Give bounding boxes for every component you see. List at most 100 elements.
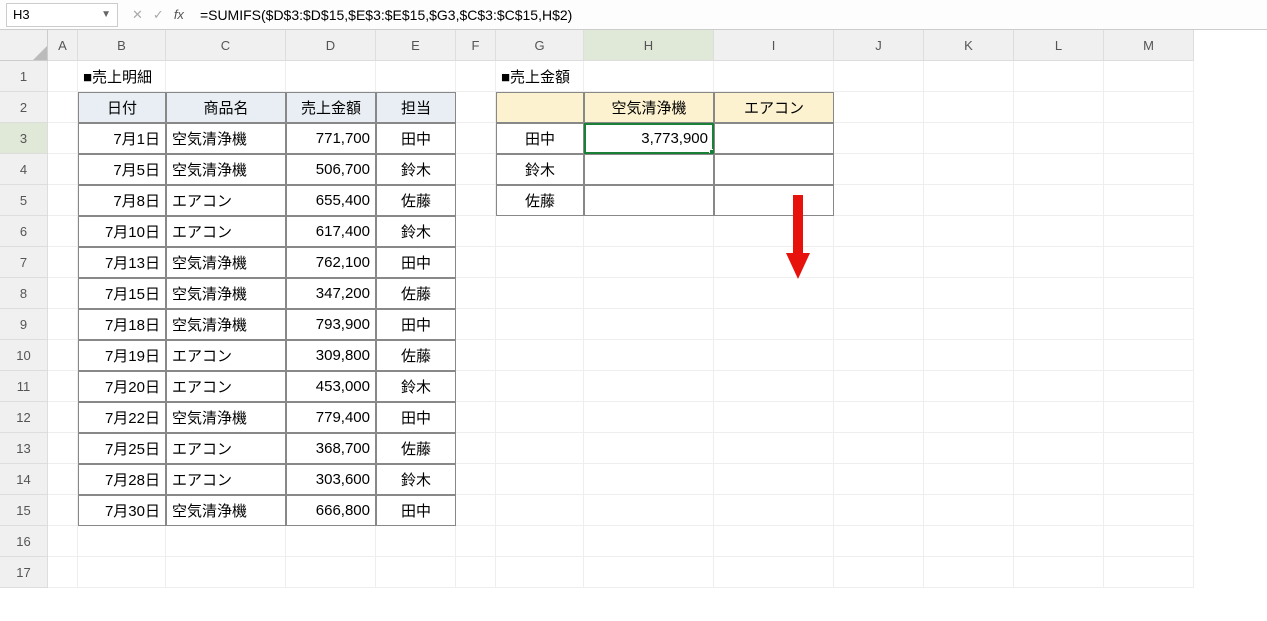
cell-C8[interactable]: 空気清浄機 [166,278,286,309]
cell-H9[interactable] [584,309,714,340]
cell-A3[interactable] [48,123,78,154]
cell-K15[interactable] [924,495,1014,526]
cell-H1[interactable] [584,61,714,92]
col-header-A[interactable]: A [48,30,78,61]
cell-G5[interactable]: 佐藤 [496,185,584,216]
cell-M6[interactable] [1104,216,1194,247]
cell-F13[interactable] [456,433,496,464]
cell-G3[interactable]: 田中 [496,123,584,154]
cell-J1[interactable] [834,61,924,92]
cell-K14[interactable] [924,464,1014,495]
col-header-H[interactable]: H [584,30,714,61]
col-header-M[interactable]: M [1104,30,1194,61]
cell-K5[interactable] [924,185,1014,216]
cell-C5[interactable]: エアコン [166,185,286,216]
cell-G13[interactable] [496,433,584,464]
cell-D17[interactable] [286,557,376,588]
cell-M1[interactable] [1104,61,1194,92]
cell-C3[interactable]: 空気清浄機 [166,123,286,154]
cell-M14[interactable] [1104,464,1194,495]
cell-L9[interactable] [1014,309,1104,340]
cell-H3[interactable]: 3,773,900 [584,123,714,154]
cell-K9[interactable] [924,309,1014,340]
row-header-9[interactable]: 9 [0,309,48,340]
cell-I13[interactable] [714,433,834,464]
cell-A10[interactable] [48,340,78,371]
cell-K12[interactable] [924,402,1014,433]
col-header-B[interactable]: B [78,30,166,61]
row-header-17[interactable]: 17 [0,557,48,588]
cell-B17[interactable] [78,557,166,588]
cell-E16[interactable] [376,526,456,557]
cell-C7[interactable]: 空気清浄機 [166,247,286,278]
cell-M15[interactable] [1104,495,1194,526]
cell-F5[interactable] [456,185,496,216]
cell-F15[interactable] [456,495,496,526]
cell-I11[interactable] [714,371,834,402]
row-header-5[interactable]: 5 [0,185,48,216]
cell-G10[interactable] [496,340,584,371]
cell-G12[interactable] [496,402,584,433]
row-header-7[interactable]: 7 [0,247,48,278]
cell-L17[interactable] [1014,557,1104,588]
cell-A11[interactable] [48,371,78,402]
cell-J6[interactable] [834,216,924,247]
cell-E9[interactable]: 田中 [376,309,456,340]
cell-L4[interactable] [1014,154,1104,185]
cell-G1[interactable]: ■売上金額 [496,61,584,92]
col-header-F[interactable]: F [456,30,496,61]
cell-B1[interactable]: ■売上明細 [78,61,166,92]
cell-C2[interactable]: 商品名 [166,92,286,123]
cell-L1[interactable] [1014,61,1104,92]
cell-I10[interactable] [714,340,834,371]
cell-L10[interactable] [1014,340,1104,371]
cell-A14[interactable] [48,464,78,495]
row-header-12[interactable]: 12 [0,402,48,433]
cell-M4[interactable] [1104,154,1194,185]
cell-E12[interactable]: 田中 [376,402,456,433]
cell-C6[interactable]: エアコン [166,216,286,247]
cell-K7[interactable] [924,247,1014,278]
cell-J2[interactable] [834,92,924,123]
cell-I14[interactable] [714,464,834,495]
col-header-J[interactable]: J [834,30,924,61]
cell-A8[interactable] [48,278,78,309]
cell-B13[interactable]: 7月25日 [78,433,166,464]
cell-F14[interactable] [456,464,496,495]
cell-D4[interactable]: 506,700 [286,154,376,185]
cell-A13[interactable] [48,433,78,464]
cell-B14[interactable]: 7月28日 [78,464,166,495]
cell-G15[interactable] [496,495,584,526]
cell-E11[interactable]: 鈴木 [376,371,456,402]
cell-A16[interactable] [48,526,78,557]
cell-M13[interactable] [1104,433,1194,464]
cell-B3[interactable]: 7月1日 [78,123,166,154]
row-header-2[interactable]: 2 [0,92,48,123]
row-header-16[interactable]: 16 [0,526,48,557]
cell-A2[interactable] [48,92,78,123]
cell-G4[interactable]: 鈴木 [496,154,584,185]
cell-A4[interactable] [48,154,78,185]
cell-E6[interactable]: 鈴木 [376,216,456,247]
cell-D16[interactable] [286,526,376,557]
cell-E14[interactable]: 鈴木 [376,464,456,495]
name-box[interactable]: H3 ▼ [6,3,118,27]
cell-I16[interactable] [714,526,834,557]
cell-M8[interactable] [1104,278,1194,309]
cell-D9[interactable]: 793,900 [286,309,376,340]
cell-L16[interactable] [1014,526,1104,557]
cell-D1[interactable] [286,61,376,92]
cell-G9[interactable] [496,309,584,340]
cell-E1[interactable] [376,61,456,92]
col-header-D[interactable]: D [286,30,376,61]
cell-B16[interactable] [78,526,166,557]
fx-icon[interactable]: fx [174,7,184,22]
cell-A9[interactable] [48,309,78,340]
cell-C10[interactable]: エアコン [166,340,286,371]
cell-J17[interactable] [834,557,924,588]
cell-C15[interactable]: 空気清浄機 [166,495,286,526]
enter-icon[interactable]: ✓ [153,7,164,23]
cell-B7[interactable]: 7月13日 [78,247,166,278]
cell-B2[interactable]: 日付 [78,92,166,123]
cell-B6[interactable]: 7月10日 [78,216,166,247]
